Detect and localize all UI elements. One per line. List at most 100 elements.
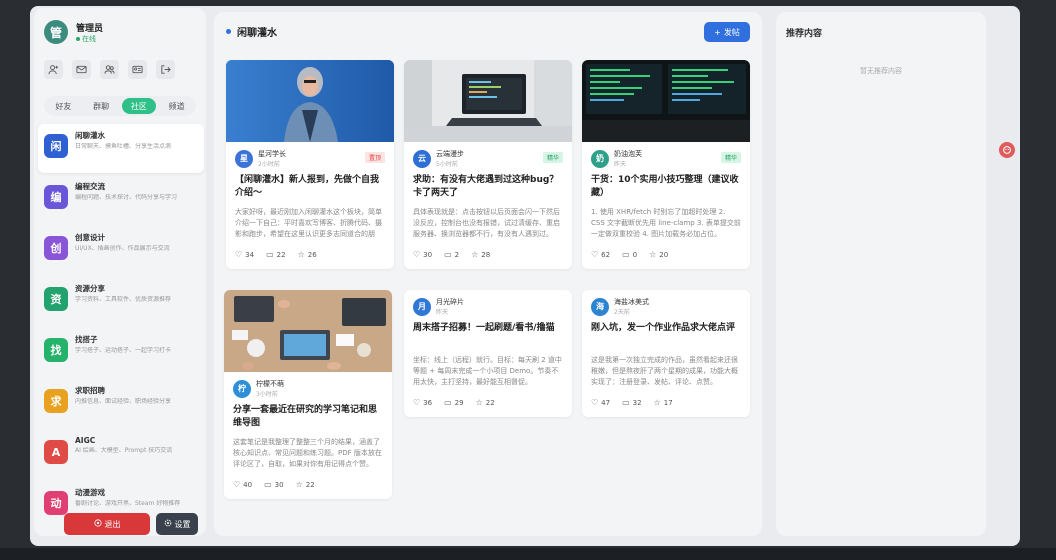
star-count: 22 (305, 480, 315, 489)
avatar[interactable]: 云 (413, 149, 431, 168)
author-name[interactable]: 星河学长 (258, 149, 286, 159)
avatar[interactable]: 海 (591, 297, 609, 316)
like-count: 30 (423, 250, 433, 259)
post-card[interactable]: 奶奶油泡芙 昨天 精华 干货：10个实用小技巧整理（建议收藏） 1. 使用 XHR/fe… (582, 60, 750, 269)
post-image[interactable] (404, 60, 572, 142)
favorite-button[interactable]: ☆ 17 (654, 398, 673, 407)
floating-assistant-icon[interactable] (999, 142, 1015, 158)
post-title[interactable]: 求助：有没有大佬遇到过这种bug？卡了两天了 (413, 174, 563, 201)
sidebar-item-channel[interactable]: 创创意设计 UI/UX、插画创作、作品展示与交流 (38, 226, 204, 275)
channel-desc: AI 绘画、大模型、Prompt 技巧交流 (75, 447, 173, 454)
star-icon: ☆ (297, 250, 305, 259)
like-button[interactable]: ♡ 30 (413, 250, 432, 259)
favorite-button[interactable]: ☆ 28 (471, 250, 490, 259)
favorite-button[interactable]: ☆ 22 (476, 398, 495, 407)
post-title[interactable]: 刚入坑，发一个作业作品求大佬点评 (591, 322, 741, 349)
post-title[interactable]: 干货：10个实用小技巧整理（建议收藏） (591, 174, 741, 201)
comment-button[interactable]: ▭ 2 (444, 250, 459, 259)
post-stats: ♡ 36 ▭ 29 ☆ 22 (413, 398, 563, 417)
avatar[interactable]: 管 (44, 20, 68, 44)
post-stats: ♡ 30 ▭ 2 ☆ 28 (413, 250, 563, 269)
channel-icon: 编 (44, 185, 68, 209)
post-card[interactable]: 柠柠檬不萌 3小时前 分享一套最近在研究的学习笔记和思维导图 这套笔记是我整理了整整三… (224, 290, 392, 499)
users-icon[interactable] (100, 60, 119, 79)
author-name[interactable]: 海盐冰美式 (614, 297, 649, 307)
heart-icon: ♡ (413, 398, 421, 407)
post-image[interactable] (582, 60, 750, 142)
heart-icon: ♡ (413, 250, 421, 259)
like-count: 47 (601, 398, 611, 407)
like-button[interactable]: ♡ 47 (591, 398, 610, 407)
comment-button[interactable]: ▭ 32 (622, 398, 641, 407)
avatar[interactable]: 月 (413, 297, 431, 316)
post-author: 云云端漫步 5小时前 精华 (413, 149, 563, 168)
channel-icon: 找 (44, 338, 68, 362)
sidebar-item-channel[interactable]: 找找搭子 学习搭子、运动搭子、一起学习打卡 (38, 328, 204, 377)
author-name[interactable]: 柠檬不萌 (256, 379, 284, 389)
post-excerpt: 坐标：线上（远程）就行。目标：每天刷 2 道中等题 + 每周末完成一个小项目 D… (413, 356, 562, 386)
post-time: 2小时前 (258, 161, 280, 168)
avatar[interactable]: 柠 (233, 379, 251, 398)
avatar[interactable]: 星 (235, 149, 253, 168)
comment-button[interactable]: ▭ 29 (444, 398, 463, 407)
settings-button[interactable]: 设置 (156, 513, 198, 535)
recommend-panel: 推荐内容 暂无推荐内容 (776, 12, 986, 536)
post-card[interactable]: 月月光碎片 昨天周末搭子招募！一起刷题/看书/撸猫 坐标：线上（远程）就行。目标：每… (404, 290, 572, 417)
tab-friends[interactable]: 好友 (46, 98, 81, 114)
like-button[interactable]: ♡ 62 (591, 250, 610, 259)
author-name[interactable]: 月光碎片 (436, 297, 464, 307)
favorite-button[interactable]: ☆ 26 (298, 250, 317, 259)
post-title[interactable]: 周末搭子招募！一起刷题/看书/撸猫 (413, 322, 563, 349)
add-user-icon[interactable] (44, 60, 63, 79)
post-excerpt: 1. 使用 XHR/fetch 时别忘了加超时处理 2. CSS 文字截断优先用… (591, 208, 741, 238)
tab-groups[interactable]: 群聊 (84, 98, 119, 114)
comment-icon: ▭ (622, 250, 630, 259)
channel-list: 闲闲聊灌水 日常聊天、摸鱼吐槽、分享生活点滴编编程交流 编程问题、技术探讨、代码分享… (38, 124, 204, 532)
sidebar-item-channel[interactable]: 资资源分享 学习资料、工具软件、优质资源推荐 (38, 277, 204, 326)
post-image[interactable] (224, 290, 392, 372)
id-card-icon[interactable] (128, 60, 147, 79)
page-title: 闲聊灌水 (237, 28, 277, 39)
star-count: 26 (307, 250, 317, 259)
sidebar-item-channel[interactable]: 闲闲聊灌水 日常聊天、摸鱼吐槽、分享生活点滴 (38, 124, 204, 173)
comment-button[interactable]: ▭ 0 (622, 250, 637, 259)
post-image[interactable] (226, 60, 394, 142)
new-post-button[interactable]: + 发帖 (704, 22, 750, 42)
post-title[interactable]: 分享一套最近在研究的学习笔记和思维导图 (233, 404, 383, 431)
comment-icon: ▭ (444, 398, 452, 407)
tab-community[interactable]: 社区 (121, 98, 157, 114)
comment-count: 30 (274, 480, 284, 489)
section-header: 闲聊灌水 (226, 24, 277, 39)
star-icon: ☆ (471, 250, 479, 259)
favorite-button[interactable]: ☆ 22 (296, 480, 315, 489)
user-profile[interactable]: 管 管理员 在线 (44, 20, 103, 44)
like-button[interactable]: ♡ 34 (235, 250, 254, 259)
logout-icon[interactable] (156, 60, 175, 79)
post-card[interactable]: 星星河学长 2小时前 置顶 【闲聊灌水】新人报到，先做个自我介绍～ 大家好呀，最近刚加入… (226, 60, 394, 269)
like-button[interactable]: ♡ 36 (413, 398, 432, 407)
comment-count: 0 (632, 250, 638, 259)
author-name[interactable]: 云端漫步 (436, 149, 464, 159)
sidebar-item-channel[interactable]: 求求职招聘 内推信息、面试经验、职场经验分享 (38, 379, 204, 428)
sidebar-item-channel[interactable]: 编编程交流 编程问题、技术探讨、代码分享与学习 (38, 175, 204, 224)
post-author: 月月光碎片 昨天 (413, 297, 563, 316)
tab-channels[interactable]: 频道 (159, 98, 194, 114)
comment-button[interactable]: ▭ 22 (266, 250, 285, 259)
comment-button[interactable]: ▭ 30 (264, 480, 283, 489)
channel-icon: 动 (44, 491, 68, 515)
comment-count: 2 (454, 250, 460, 259)
mail-icon[interactable] (72, 60, 91, 79)
channel-icon: 创 (44, 236, 68, 260)
post-title[interactable]: 【闲聊灌水】新人报到，先做个自我介绍～ (235, 174, 385, 201)
favorite-button[interactable]: ☆ 20 (649, 250, 668, 259)
sidebar-item-channel[interactable]: A AIGC AI 绘画、大模型、Prompt 技巧交流 (38, 430, 204, 479)
like-button[interactable]: ♡ 40 (233, 480, 252, 489)
exit-button[interactable]: 退出 (64, 513, 150, 535)
post-card[interactable]: 云云端漫步 5小时前 精华 求助：有没有大佬遇到过这种bug？卡了两天了 具体表现就是：… (404, 60, 572, 269)
online-status: 在线 (76, 34, 103, 44)
post-excerpt: 大家好呀，最近刚加入闲聊灌水这个板块，简单介绍一下自己：平时喜欢写博客、折腾代码… (235, 208, 382, 238)
heart-icon: ♡ (591, 398, 599, 407)
avatar[interactable]: 奶 (591, 149, 609, 168)
post-card[interactable]: 海海盐冰美式 2天前 刚入坑，发一个作业作品求大佬点评 这是我第一次独立完成的作品，虽… (582, 290, 750, 417)
author-name[interactable]: 奶油泡芙 (614, 149, 642, 159)
